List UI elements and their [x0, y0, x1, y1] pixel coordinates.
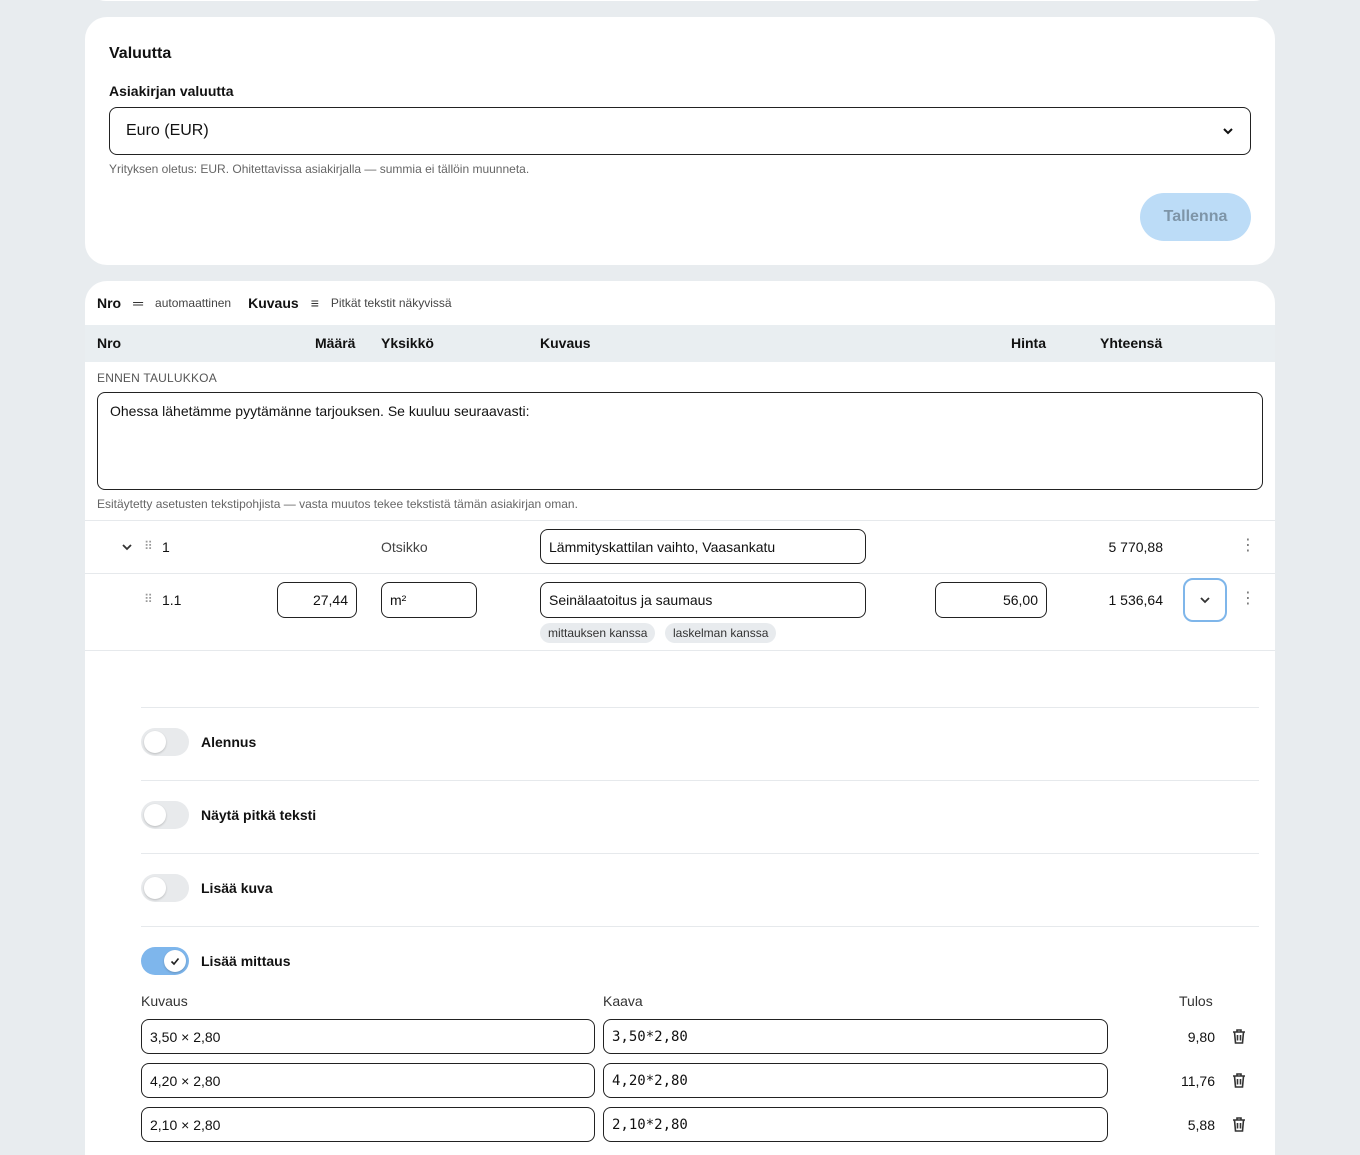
measure-header-formula: Kaava	[603, 993, 643, 1009]
more-options-icon[interactable]: ⋮	[1240, 538, 1256, 554]
item-row-total: 1 536,64	[1108, 592, 1164, 608]
divider	[141, 707, 1259, 708]
previous-card-edge	[85, 0, 1275, 1]
currency-select[interactable]: Euro (EUR)	[109, 107, 1251, 155]
equals-icon[interactable]: ═	[133, 295, 143, 311]
table-header: Nro Määrä Yksikkö Kuvaus Hinta Yhteensä	[85, 325, 1275, 362]
long-text-label: Näytä pitkä teksti	[201, 807, 317, 823]
drag-handle-icon[interactable]: ⠿	[144, 539, 153, 553]
line-items-card: Nro ═ automaattinen Kuvaus ≡ Pitkät teks…	[85, 281, 1275, 1155]
discount-toggle[interactable]	[141, 728, 189, 756]
add-image-label: Lisää kuva	[201, 880, 273, 896]
header-yhteensa: Yhteensä	[1100, 335, 1163, 351]
measure-description-input[interactable]: 2,10 × 2,80	[141, 1107, 595, 1142]
chevron-down-icon	[1223, 128, 1233, 135]
heading-row-total: 5 770,88	[1108, 539, 1164, 555]
toggle-knob	[144, 731, 166, 753]
header-nro: Nro	[97, 335, 122, 351]
add-measurement-label: Lisää mittaus	[201, 953, 291, 969]
header-hinta: Hinta	[1011, 335, 1046, 351]
measure-result: 5,88	[1187, 1117, 1215, 1133]
nro-mode-value[interactable]: automaattinen	[155, 296, 231, 310]
drag-handle-icon[interactable]: ⠿	[144, 592, 153, 606]
chevron-down-icon	[1200, 597, 1210, 604]
pre-table-label: ENNEN TAULUKKOA	[97, 371, 217, 385]
divider	[85, 650, 1275, 651]
measure-formula-input[interactable]: 3,50*2,80	[603, 1019, 1108, 1054]
heading-row-unit: Otsikko	[381, 539, 428, 555]
long-text-toggle[interactable]	[141, 801, 189, 829]
chevron-down-icon[interactable]	[121, 542, 133, 552]
pre-table-hint: Esitäytetty asetusten tekstipohjista — v…	[97, 497, 578, 511]
divider	[141, 926, 1259, 927]
toggle-knob	[164, 950, 186, 972]
currency-title: Valuutta	[109, 45, 172, 62]
add-image-toggle[interactable]	[141, 874, 189, 902]
nro-mode-label: Nro	[97, 295, 122, 311]
currency-hint: Yrityksen oletus: EUR. Ohitettavissa asi…	[109, 162, 530, 176]
measure-header-result: Tulos	[1179, 993, 1213, 1009]
header-kuvaus: Kuvaus	[540, 335, 591, 351]
kuvaus-mode-value[interactable]: Pitkät tekstit näkyvissä	[331, 296, 452, 310]
toggle-knob	[144, 804, 166, 826]
kuvaus-mode-label: Kuvaus	[248, 295, 299, 311]
toggle-knob	[144, 877, 166, 899]
divider	[141, 780, 1259, 781]
price-input[interactable]: 56,00	[935, 582, 1047, 618]
header-yksikko: Yksikkö	[381, 335, 434, 351]
measure-formula-input[interactable]: 4,20*2,80	[603, 1063, 1108, 1098]
add-measurement-toggle[interactable]	[141, 947, 189, 975]
measure-description-input[interactable]: 3,50 × 2,80	[141, 1019, 595, 1054]
divider	[85, 520, 1275, 521]
item-description-input[interactable]: Seinälaatoitus ja saumaus	[540, 582, 866, 618]
measure-result: 11,76	[1181, 1073, 1215, 1089]
expand-row-button[interactable]	[1183, 578, 1227, 622]
divider	[85, 573, 1275, 574]
discount-label: Alennus	[201, 734, 257, 750]
heading-row-nro: 1	[162, 539, 170, 555]
unit-input[interactable]: m²	[381, 582, 477, 618]
trash-icon[interactable]	[1231, 1028, 1247, 1045]
tag-badge: laskelman kanssa	[665, 623, 777, 643]
item-row-nro: 1.1	[162, 592, 182, 608]
header-maara: Määrä	[315, 335, 356, 351]
measure-description-input[interactable]: 4,20 × 2,80	[141, 1063, 595, 1098]
trash-icon[interactable]	[1231, 1116, 1247, 1133]
measure-header-description: Kuvaus	[141, 993, 188, 1009]
quantity-input[interactable]: 27,44	[277, 582, 357, 618]
currency-select-value: Euro (EUR)	[126, 122, 209, 139]
tag-badge: mittauksen kanssa	[540, 623, 656, 643]
mode-bar: Nro ═ automaattinen Kuvaus ≡ Pitkät teks…	[97, 295, 469, 311]
currency-field-label: Asiakirjan valuutta	[109, 83, 234, 99]
save-button[interactable]: Tallenna	[1140, 193, 1251, 241]
trash-icon[interactable]	[1231, 1072, 1247, 1089]
more-options-icon[interactable]: ⋮	[1240, 591, 1256, 607]
currency-card: Valuutta Asiakirjan valuutta Euro (EUR) …	[85, 17, 1275, 265]
heading-description-input[interactable]: Lämmityskattilan vaihto, Vaasankatu	[540, 529, 866, 564]
pre-table-textarea[interactable]: Ohessa lähetämme pyytämänne tarjouksen. …	[97, 392, 1263, 490]
check-icon	[170, 957, 180, 966]
divider	[141, 853, 1259, 854]
measure-formula-input[interactable]: 2,10*2,80	[603, 1107, 1108, 1142]
lines-icon[interactable]: ≡	[311, 295, 319, 311]
measure-result: 9,80	[1187, 1029, 1215, 1045]
